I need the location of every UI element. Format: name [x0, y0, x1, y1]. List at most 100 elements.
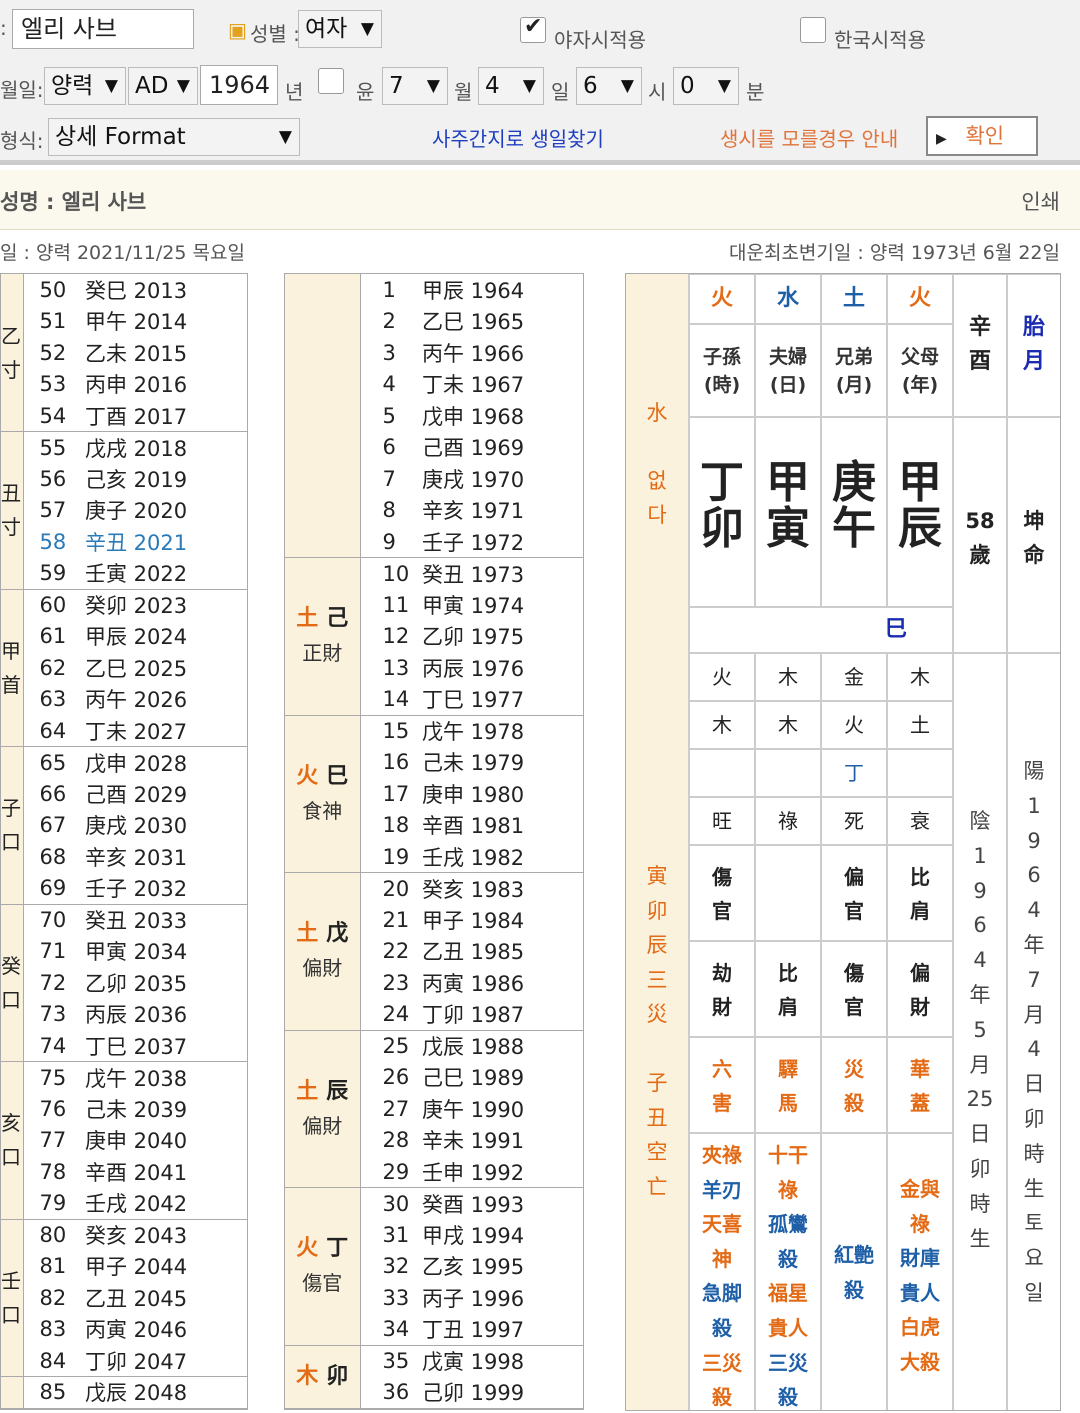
spirit-name: 殺: [778, 1385, 798, 1410]
element-char: 火: [296, 1236, 319, 1262]
table-row: 66 己酉 2029: [1, 778, 247, 810]
era-select[interactable]: AD ▼: [128, 67, 198, 105]
element-row-2: 木: [755, 701, 821, 749]
ganji-year-cell: 丙辰 2036: [85, 1003, 188, 1028]
age-cell: 55: [39, 435, 67, 460]
ganji-year-cell: 己酉 1969: [422, 436, 525, 461]
age-cell: 78: [39, 1159, 67, 1184]
element-row-1: 火: [689, 653, 755, 701]
play-icon: ▶: [936, 131, 947, 147]
today-date: 일 : 양력 2021/11/25 목요일: [0, 242, 245, 264]
age-cell: 1: [382, 277, 396, 302]
element-row-1: 金: [821, 653, 887, 701]
minute-select[interactable]: 0 ▼: [673, 67, 739, 105]
pillar-cell: 甲 寅: [755, 417, 821, 607]
night-label: 야자시적용: [554, 28, 646, 52]
ten-god-stem-cell: 偏 官: [821, 845, 887, 941]
age-cell: 71: [39, 939, 67, 964]
age-cell: 77: [39, 1128, 67, 1153]
age-cell: 29: [360, 1156, 422, 1188]
spirit-cell: 六 害: [689, 1037, 755, 1133]
hour-select[interactable]: 6 ▼: [576, 67, 642, 105]
spirit-name: 財庫: [900, 1246, 940, 1271]
cal-value: 양력: [51, 73, 94, 99]
age-cell: 34: [360, 1313, 422, 1346]
age-cell: 63: [39, 687, 67, 712]
ganji-year-cell: 乙巳 2025: [85, 656, 188, 681]
table-row: 木卯 35 戊寅 1998: [285, 1345, 583, 1409]
age-cell: 36: [360, 1376, 422, 1409]
gender-arrow-icon: ▣: [228, 18, 247, 42]
element-cell: 水: [755, 274, 821, 324]
age-cell: 9: [360, 526, 422, 558]
name-input[interactable]: 엘리 사브: [12, 9, 194, 49]
ganji-year-cell: 戊午 2038: [85, 1066, 188, 1091]
ganji-year-cell: 乙未 2015: [85, 341, 188, 366]
element-char: 土: [296, 606, 319, 632]
chevron-down-icon: ▼: [278, 127, 292, 147]
year-input[interactable]: 1964: [200, 65, 278, 105]
calendar-select[interactable]: 양력 ▼: [44, 67, 126, 105]
spirit-name: 殺: [778, 1246, 798, 1271]
age-cell: 14: [360, 683, 422, 716]
spirit-name: 三災: [768, 1350, 808, 1375]
age-cell: 19: [360, 841, 422, 873]
ganji-year-cell: 乙巳 1965: [422, 310, 525, 335]
table-row: 丑 寸 55 戊戌 2018: [1, 431, 247, 590]
ganji-year-cell: 癸丑 1973: [422, 562, 525, 587]
element-row-1: 木: [887, 653, 953, 701]
ganji-year-cell: 甲辰 2024: [85, 625, 188, 650]
confirm-label: 확인: [965, 124, 1005, 148]
age-cell: 76: [39, 1096, 67, 1121]
age-cell: 82: [39, 1285, 67, 1310]
ganji-year-cell: 丁卯 2047: [85, 1345, 247, 1377]
gender-select[interactable]: 여자 ▼: [298, 10, 382, 48]
age-cell: 74: [23, 1030, 85, 1062]
saju-search-link[interactable]: 사주간지로 생일찾기: [432, 123, 604, 152]
age-cell: 53: [39, 372, 67, 397]
ganji-year-cell: 癸亥 1983: [422, 877, 525, 902]
age-cell: 17: [382, 781, 410, 806]
confirm-button[interactable]: ▶ 확인: [926, 116, 1038, 156]
spirit-name: 三災: [702, 1350, 742, 1375]
ganji-year-cell: 丙寅 1986: [422, 971, 525, 996]
spirit-name: 貴人: [768, 1315, 808, 1340]
table-row: 72 乙卯 2035: [1, 967, 247, 999]
day-select[interactable]: 4 ▼: [478, 67, 544, 105]
age-cell: 26: [382, 1065, 410, 1090]
korea-checkbox[interactable]: [800, 17, 826, 43]
leap-checkbox[interactable]: [318, 68, 344, 94]
age-cell: 57: [39, 498, 67, 523]
ganji-year-cell: 丙申 2016: [85, 373, 188, 398]
spirit-cell: 華 蓋: [887, 1037, 953, 1133]
age-cell: 21: [382, 907, 410, 932]
element-char: 土: [296, 921, 319, 947]
spirit-list-hour: 夾祿 羊刃 天喜神急脚殺三災殺: [689, 1133, 755, 1410]
ganji-year-cell: 己未 2039: [85, 1097, 188, 1122]
role-cell: 夫婦 (日): [755, 324, 821, 417]
table-row: 土戊偏財 20 癸亥 1983: [285, 872, 583, 1031]
ganji-year-cell: 己未 1979: [422, 751, 525, 776]
format-select[interactable]: 상세 Format ▼: [48, 118, 300, 156]
pillar-cell: 丁 卯: [689, 417, 755, 607]
search-form: : 엘리 사브 ▣ 성별 : 여자 ▼ ✔ 야자시적용 한국시적용 월일: 양력 ▼…: [0, 0, 1080, 165]
ganji-year-cell: 癸亥 2043: [85, 1224, 188, 1248]
age-cell: 13: [382, 655, 410, 680]
ganji-year-cell: 己亥 2019: [85, 467, 188, 492]
month-select[interactable]: 7 ▼: [382, 67, 448, 105]
ganji-year-cell: 丙午 2026: [85, 688, 188, 713]
age-cell: 32: [382, 1254, 410, 1279]
stem-group-label: 丑 寸: [1, 431, 24, 590]
chevron-down-icon: ▼: [620, 76, 634, 96]
stem-group-label: 子 口: [1, 746, 24, 905]
table-row: 78 辛酉 2041: [1, 1156, 247, 1188]
night-checkbox[interactable]: ✔: [520, 14, 546, 43]
print-link[interactable]: 인쇄: [1021, 186, 1060, 216]
spirit-name: 孤鸞: [768, 1212, 808, 1237]
ganji-year-cell: 癸丑 2033: [85, 909, 188, 933]
table-row: 84 丁卯 2047: [1, 1345, 247, 1377]
table-row: 土己正財 10 癸丑 1973: [285, 557, 583, 716]
spirit-name: 大殺: [900, 1349, 940, 1374]
unknown-time-link[interactable]: 생시를 모를경우 안내: [720, 123, 898, 152]
ganji-year-cell: 丁未 2027: [85, 715, 247, 747]
